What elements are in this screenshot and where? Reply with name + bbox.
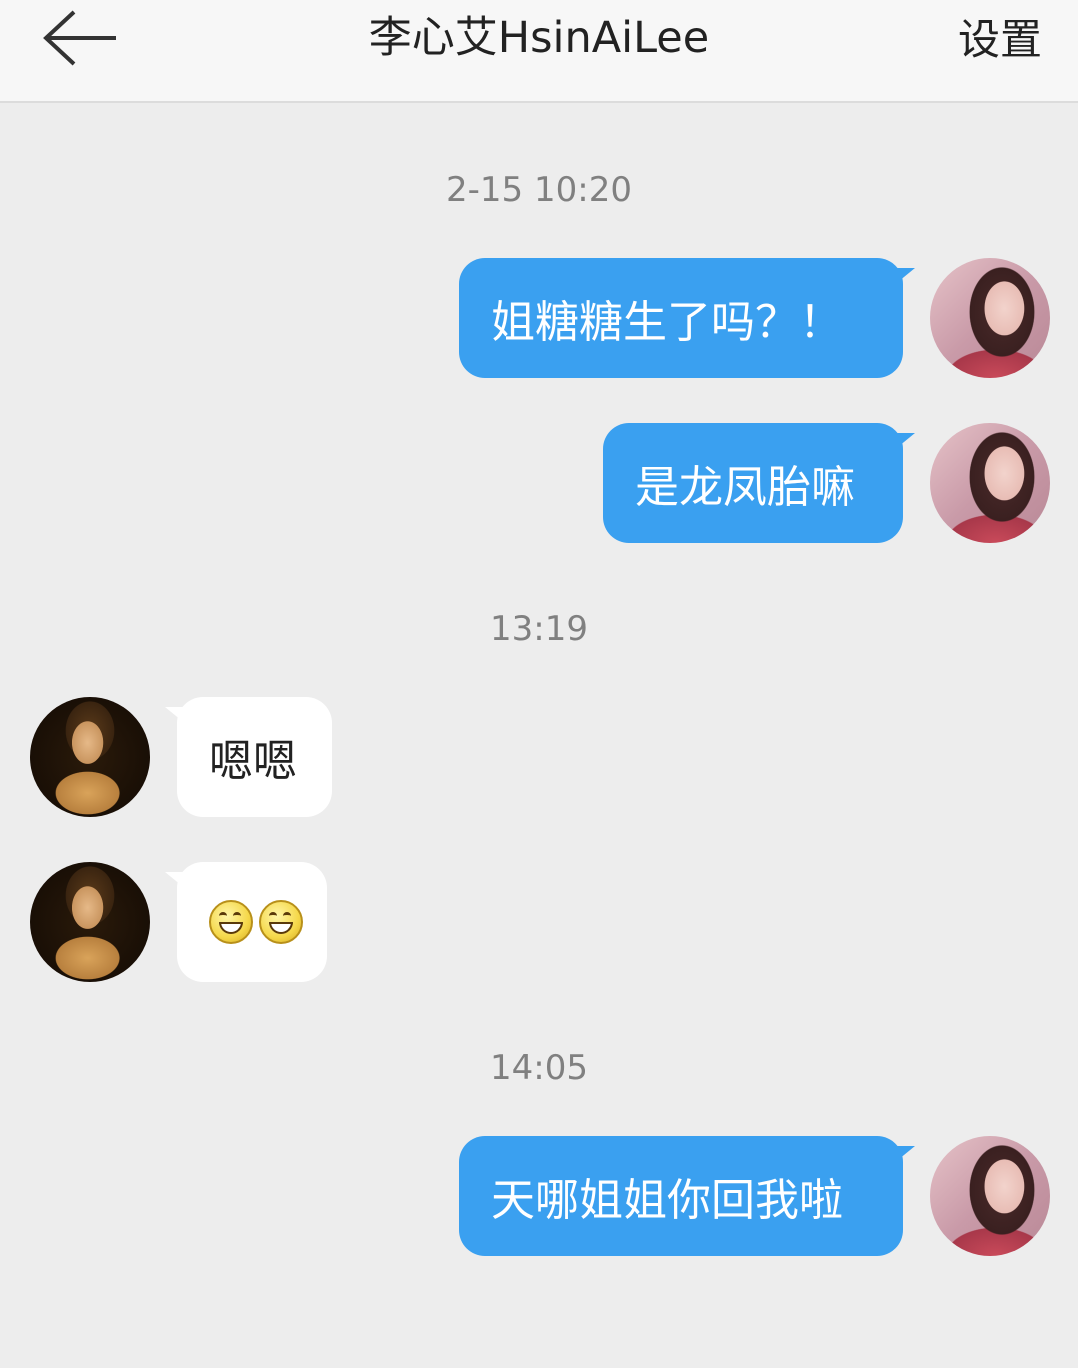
timestamp: 13:19 <box>490 609 588 649</box>
message-bubble-outgoing[interactable]: 天哪姐姐你回我啦 <box>459 1136 915 1256</box>
chat-title: 李心艾HsinAiLee <box>368 13 710 63</box>
message-bubble-incoming[interactable]: 嗯嗯 <box>165 697 332 817</box>
message-bubble-incoming[interactable] <box>165 862 327 982</box>
top-bar: 李心艾HsinAiLee 设置 <box>0 0 1078 103</box>
message-text: 是龙凤胎嘛 <box>635 462 855 513</box>
settings-button[interactable]: 设置 <box>958 12 1042 68</box>
my-avatar[interactable] <box>930 423 1050 543</box>
message-text: 姐糖糖生了吗？！ <box>491 297 843 348</box>
grin-icon <box>259 900 303 944</box>
message-text: 嗯嗯 <box>209 736 297 787</box>
timestamp: 2-15 10:20 <box>446 170 632 210</box>
my-avatar[interactable] <box>930 1136 1050 1256</box>
message-bubble-outgoing[interactable]: 是龙凤胎嘛 <box>603 423 915 543</box>
contact-avatar[interactable] <box>30 862 150 982</box>
my-avatar[interactable] <box>930 258 1050 378</box>
timestamp: 14:05 <box>490 1048 588 1088</box>
message-text: 天哪姐姐你回我啦 <box>491 1175 843 1226</box>
message-bubble-outgoing[interactable]: 姐糖糖生了吗？！ <box>459 258 915 378</box>
contact-avatar[interactable] <box>30 697 150 817</box>
grin-icon <box>209 900 253 944</box>
